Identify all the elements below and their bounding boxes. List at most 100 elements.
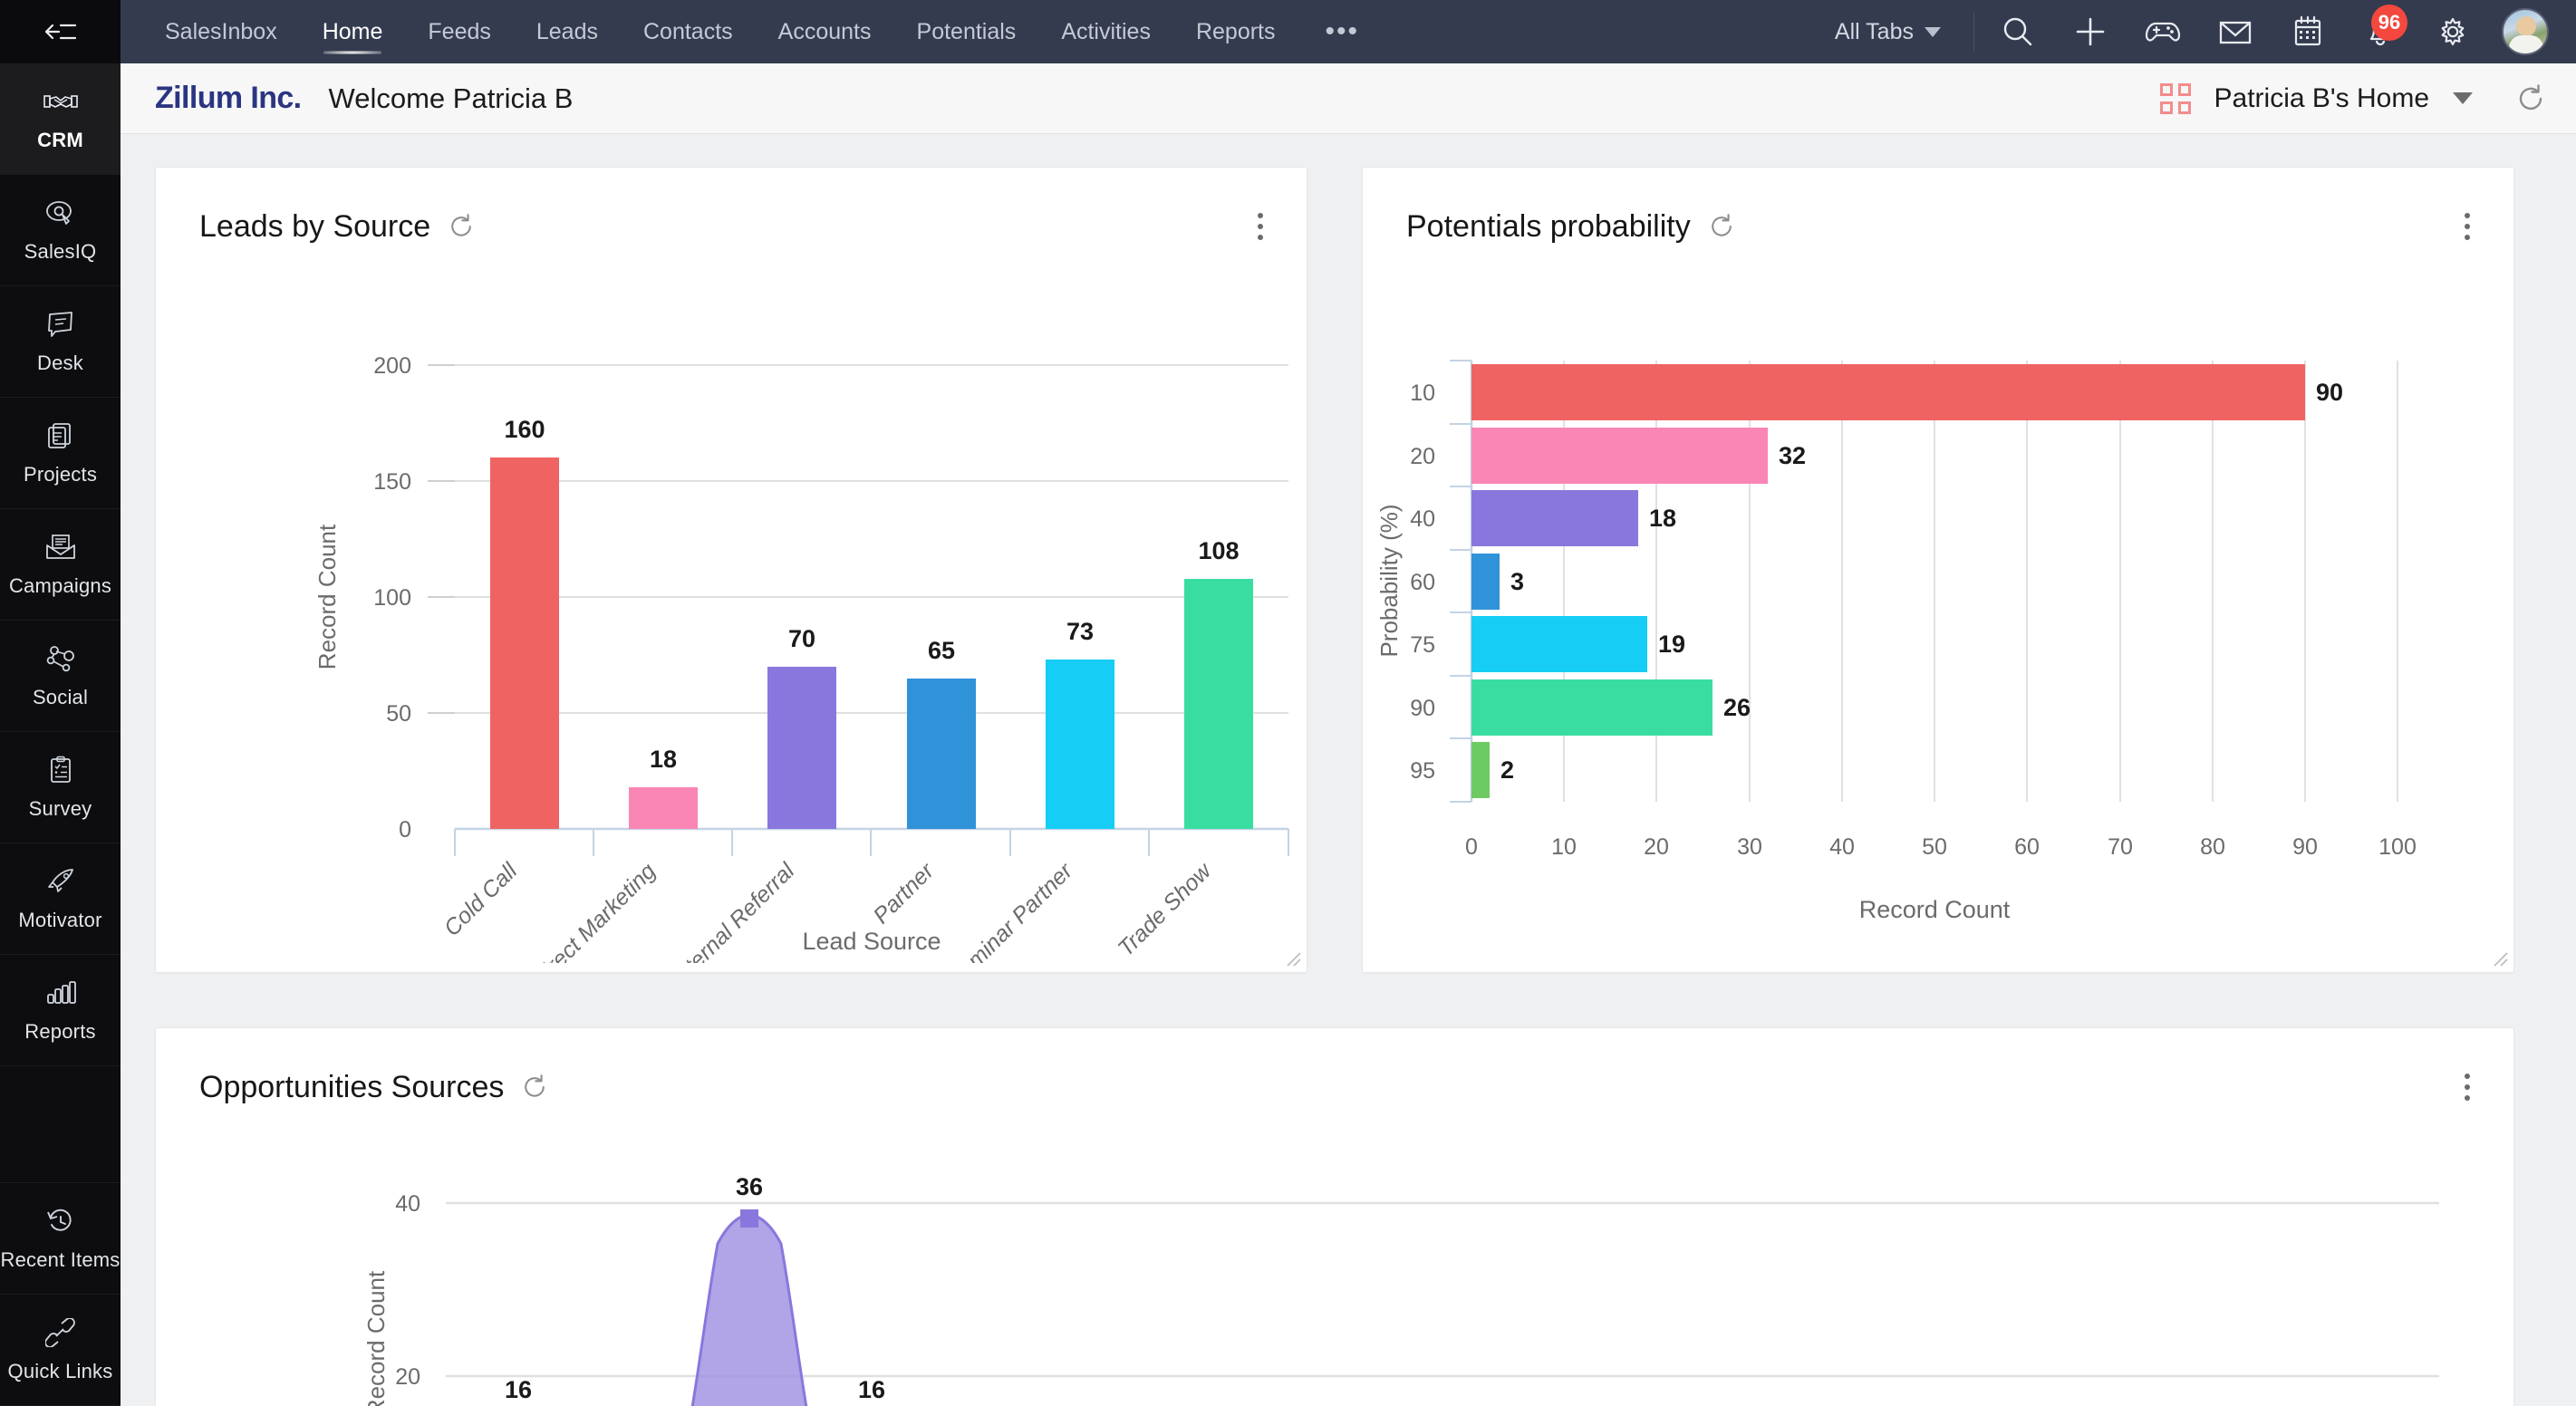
point-value-label: 36 xyxy=(736,1173,763,1200)
y-axis-title: Probability (%) xyxy=(1375,504,1403,657)
bar-chart-icon xyxy=(43,977,78,1008)
tab-home[interactable]: Home xyxy=(300,0,406,63)
x-tick-label: 50 xyxy=(1922,834,1947,860)
sidebar-item-reports[interactable]: Reports xyxy=(0,955,121,1066)
y-tick-label: 10 xyxy=(1410,380,1435,406)
nav-divider xyxy=(1973,12,1974,52)
sidebar-item-label: Desk xyxy=(37,351,83,374)
point-value-label: 16 xyxy=(858,1376,885,1403)
dashboard-selector-group: Patricia B's Home xyxy=(2159,82,2547,115)
sidebar-item-label: SalesIQ xyxy=(24,239,97,263)
sidebar-item-campaigns[interactable]: Campaigns xyxy=(0,509,121,621)
widget-header: Leads by Source xyxy=(156,168,1307,247)
search-icon[interactable] xyxy=(1982,0,2054,63)
bar-probability-40 xyxy=(1471,490,1638,546)
kebab-menu-icon[interactable] xyxy=(2457,206,2477,247)
bar-probability-90 xyxy=(1471,679,1713,736)
bar-direct-marketing xyxy=(629,787,698,829)
bar-value-label: 3 xyxy=(1510,568,1524,595)
y-tick-label: 20 xyxy=(1410,444,1435,469)
dashboard-name[interactable]: Patricia B's Home xyxy=(2214,83,2429,114)
sidebar-item-label: CRM xyxy=(37,128,83,151)
tab-salesinbox[interactable]: SalesInbox xyxy=(142,0,300,63)
sidebar-item-projects[interactable]: Projects xyxy=(0,398,121,509)
tab-reports[interactable]: Reports xyxy=(1173,0,1298,63)
rail-spacer xyxy=(0,1066,121,1183)
module-tabs: SalesInbox Home Feeds Leads Contacts Acc… xyxy=(121,0,1386,63)
sidebar-item-label: Motivator xyxy=(18,908,102,931)
y-tick-label: 150 xyxy=(373,469,411,495)
chevron-down-icon xyxy=(1925,26,1941,37)
dashboard-canvas: Leads by Source 200 150 100 50 0 Record … xyxy=(121,134,2576,1406)
sidebar-item-social[interactable]: Social xyxy=(0,621,121,732)
bell-icon[interactable]: 96 xyxy=(2344,0,2417,63)
bar-value-label: 26 xyxy=(1723,694,1751,721)
y-tick-label: 20 xyxy=(395,1364,420,1390)
bar-value-label: 65 xyxy=(928,637,955,664)
sidebar-item-crm[interactable]: CRM xyxy=(0,63,121,175)
notification-badge: 96 xyxy=(2371,5,2407,41)
sidebar-item-quick-links[interactable]: Quick Links xyxy=(0,1295,121,1406)
bar-seminar-partner xyxy=(1046,660,1114,829)
x-axis-title: Record Count xyxy=(1859,896,2011,923)
page-title: Welcome Patricia B xyxy=(328,82,574,114)
calendar-icon[interactable] xyxy=(2272,0,2344,63)
sidebar-item-label: Recent Items xyxy=(0,1247,121,1271)
more-tabs-button[interactable]: ••• xyxy=(1298,0,1387,63)
tab-activities[interactable]: Activities xyxy=(1038,0,1173,63)
x-tick-label: 70 xyxy=(2108,834,2133,860)
kebab-menu-icon[interactable] xyxy=(1250,206,1270,247)
x-tick-label: Partner xyxy=(868,857,940,929)
app-switcher-rail: CRM SalesIQ Desk Projects Campaigns Soci… xyxy=(0,0,121,1406)
dashboard-grid-icon xyxy=(2159,82,2191,114)
area-series-opportunities xyxy=(690,1213,808,1406)
sidebar-item-salesiq[interactable]: SalesIQ xyxy=(0,175,121,286)
share-nodes-icon xyxy=(43,643,78,674)
avatar[interactable] xyxy=(2489,0,2562,63)
sidebar-item-desk[interactable]: Desk xyxy=(0,286,121,398)
gear-icon[interactable] xyxy=(2417,0,2489,63)
tab-contacts[interactable]: Contacts xyxy=(621,0,756,63)
refresh-icon[interactable] xyxy=(520,1073,549,1102)
x-axis-title: Lead Source xyxy=(802,928,941,955)
bar-value-label: 160 xyxy=(504,416,545,443)
sidebar-item-recent-items[interactable]: Recent Items xyxy=(0,1183,121,1295)
tab-accounts[interactable]: Accounts xyxy=(756,0,894,63)
bar-trade-show xyxy=(1184,579,1253,829)
bar-value-label: 18 xyxy=(1649,505,1676,532)
tab-leads[interactable]: Leads xyxy=(514,0,621,63)
chart-opportunities-sources: 40 20 Record Count 16 36 16 xyxy=(156,1108,2513,1406)
bar-value-label: 19 xyxy=(1658,631,1685,658)
bar-value-label: 108 xyxy=(1198,537,1239,564)
widget-header: Potentials probability xyxy=(1363,168,2513,247)
collapse-menu-icon[interactable] xyxy=(0,0,121,63)
tab-feeds[interactable]: Feeds xyxy=(405,0,513,63)
resize-handle[interactable] xyxy=(1281,947,1301,967)
clock-history-icon xyxy=(45,1206,76,1237)
bar-value-label: 70 xyxy=(788,625,815,652)
sidebar-item-motivator[interactable]: Motivator xyxy=(0,843,121,955)
y-tick-label: 95 xyxy=(1410,758,1435,784)
envelope-icon[interactable] xyxy=(2199,0,2272,63)
refresh-icon[interactable] xyxy=(2514,82,2547,115)
widget-opportunities-sources: Opportunities Sources 40 20 Record Count… xyxy=(155,1027,2514,1406)
plus-icon[interactable] xyxy=(2054,0,2127,63)
bar-value-label: 90 xyxy=(2316,379,2343,406)
chart-leads-by-source: 200 150 100 50 0 Record Count 160 18 70 … xyxy=(156,247,1307,997)
all-tabs-dropdown[interactable]: All Tabs xyxy=(1809,19,1966,45)
x-tick-label: 20 xyxy=(1644,834,1669,860)
gamepad-icon[interactable] xyxy=(2127,0,2199,63)
refresh-icon[interactable] xyxy=(1707,212,1736,241)
tab-potentials[interactable]: Potentials xyxy=(894,0,1039,63)
x-tick-label: Trade Show xyxy=(1113,857,1217,961)
bar-external-referral xyxy=(767,667,836,829)
open-envelope-icon xyxy=(43,532,78,563)
sidebar-item-survey[interactable]: Survey xyxy=(0,732,121,843)
kebab-menu-icon[interactable] xyxy=(2457,1066,2477,1108)
x-tick-label: 30 xyxy=(1737,834,1762,860)
resize-handle[interactable] xyxy=(2488,947,2508,967)
chevron-down-icon[interactable] xyxy=(2453,92,2473,104)
chat-note-icon xyxy=(44,309,77,340)
refresh-icon[interactable] xyxy=(447,212,476,241)
sidebar-item-label: Projects xyxy=(23,462,98,486)
